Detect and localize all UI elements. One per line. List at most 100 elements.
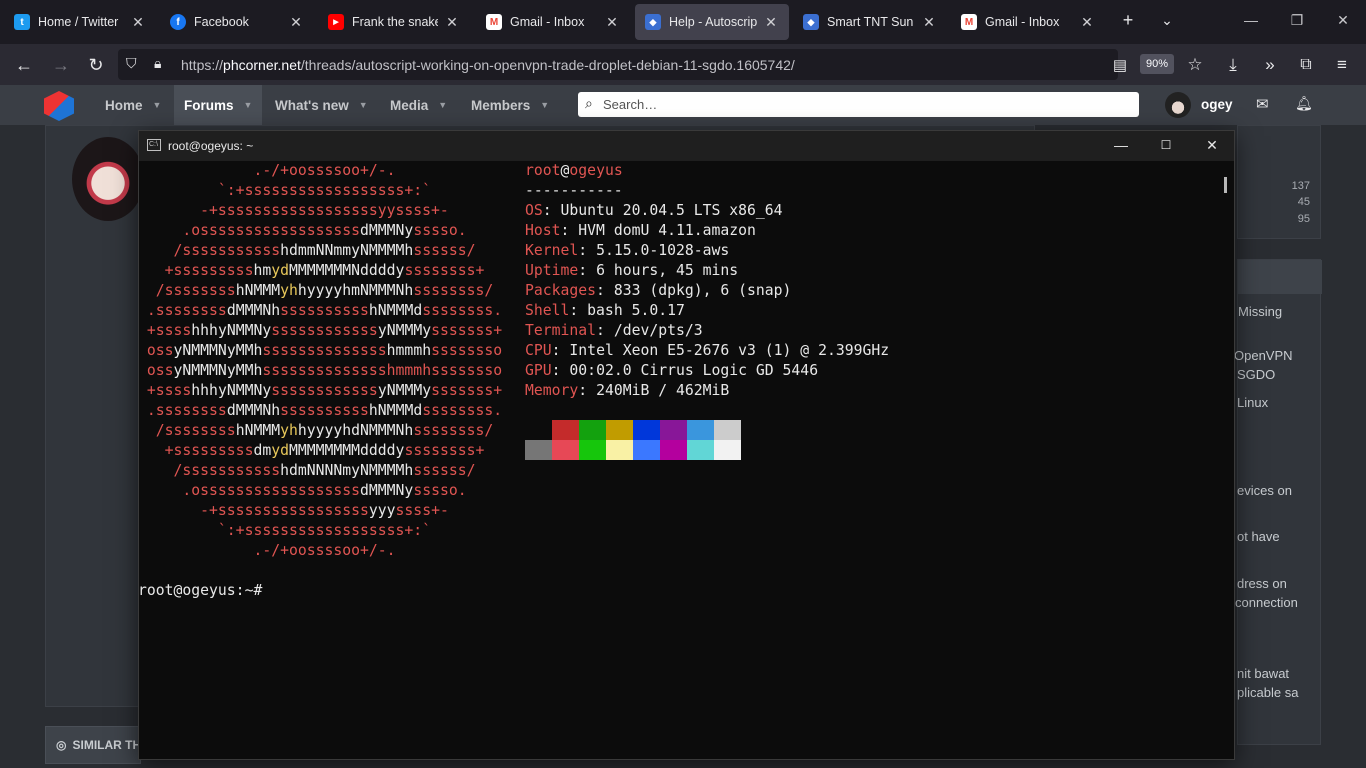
forward-arrow-icon[interactable]: → xyxy=(48,52,74,78)
similar-threads-header: ◎ SIMILAR TH xyxy=(45,726,141,764)
palette-swatch xyxy=(525,420,552,440)
palette-swatch xyxy=(687,440,714,460)
search-icon: ⌕ xyxy=(585,95,593,111)
chevron-down-icon[interactable]: ▼ xyxy=(540,100,549,110)
url-text[interactable]: https://phcorner.net/threads/autoscript-… xyxy=(181,57,795,73)
gmail-icon: M xyxy=(486,14,502,30)
palette-swatch xyxy=(552,440,579,460)
sidebar-thread-link[interactable]: Linux xyxy=(1237,395,1268,410)
nav-home[interactable]: Home ▼ xyxy=(95,85,171,125)
new-tab-icon[interactable]: + xyxy=(1116,10,1140,31)
palette-swatch xyxy=(660,440,687,460)
browser-tab[interactable]: ◆ Smart TNT Sun - Cl ✕ xyxy=(793,4,947,40)
sidebar-thread-link[interactable]: evices on xyxy=(1237,483,1292,498)
chevron-down-icon[interactable]: ▼ xyxy=(153,100,162,110)
palette-swatch xyxy=(579,420,606,440)
palette-swatch xyxy=(633,440,660,460)
palette-swatch xyxy=(633,420,660,440)
zoom-level[interactable]: 90% xyxy=(1140,54,1174,74)
palette-swatch xyxy=(606,440,633,460)
phcorner-icon: ◆ xyxy=(803,14,819,30)
sidebar-thread-link[interactable]: nit bawat xyxy=(1237,666,1289,681)
ubuntu-ascii-logo: .-/+oossssoo+/-. `:+ssssssssssssssssss+:… xyxy=(146,162,503,559)
nav-members[interactable]: Members ▼ xyxy=(461,85,559,125)
avatar[interactable] xyxy=(1165,92,1191,118)
bookmark-star-icon[interactable]: ☆ xyxy=(1182,52,1208,78)
browser-tab[interactable]: M Gmail - Inbox ✕ xyxy=(476,4,630,40)
shield-icon[interactable]: ⛉ xyxy=(126,55,137,72)
neofetch-info: root@ogeyus ----------- OS: Ubuntu 20.04… xyxy=(525,162,890,399)
bell-icon[interactable]: 🔔︎ xyxy=(1295,95,1313,112)
restore-icon[interactable]: ❐ xyxy=(1287,12,1307,29)
lock-icon[interactable]: 🔒︎ xyxy=(154,55,161,72)
close-tab-icon[interactable]: ✕ xyxy=(921,14,937,31)
palette-swatch xyxy=(579,440,606,460)
palette-swatch xyxy=(714,440,741,460)
reload-icon[interactable]: ↻ xyxy=(83,52,109,78)
palette-swatch xyxy=(660,420,687,440)
browser-tab[interactable]: t Home / Twitter ✕ xyxy=(4,4,156,40)
back-arrow-icon[interactable]: ← xyxy=(11,52,37,78)
browser-tab[interactable]: f Facebook ✕ xyxy=(160,4,314,40)
stat-value: 95 xyxy=(1297,213,1310,225)
youtube-icon: ▶ xyxy=(328,14,344,30)
sidebar-thread-link[interactable]: ot have xyxy=(1237,529,1280,544)
similar-icon: ◎ xyxy=(56,738,67,752)
stat-value: 45 xyxy=(1297,196,1310,208)
site-logo[interactable] xyxy=(44,91,74,121)
close-tab-icon[interactable]: ✕ xyxy=(604,14,620,31)
browser-tab-active[interactable]: ◆ Help - Autoscript W ✕ xyxy=(635,4,789,40)
terminal-title: root@ogeyus: ~ xyxy=(168,139,254,153)
reader-view-icon[interactable]: ▤ xyxy=(1107,52,1133,78)
username[interactable]: ogey xyxy=(1201,97,1233,112)
sidebar-thread-link[interactable]: Missing xyxy=(1238,304,1282,319)
palette-swatch xyxy=(714,420,741,440)
palette-swatch xyxy=(552,420,579,440)
extensions-icon[interactable]: ⧉ xyxy=(1293,52,1319,78)
list-tabs-chevron-icon[interactable]: ⌄ xyxy=(1155,12,1179,29)
mail-icon[interactable]: ✉ xyxy=(1256,95,1269,113)
phcorner-icon: ◆ xyxy=(645,14,661,30)
overflow-chevrons-icon[interactable]: » xyxy=(1257,52,1283,78)
terminal-titlebar[interactable]: C:\ root@ogeyus: ~ — ☐ ✕ xyxy=(139,131,1234,161)
close-window-icon[interactable]: ✕ xyxy=(1333,12,1353,29)
sidebar-thread-link[interactable]: dress on xyxy=(1237,576,1287,591)
nav-whats-new[interactable]: What's new ▼ xyxy=(265,85,378,125)
browser-tab[interactable]: M Gmail - Inbox ✕ xyxy=(951,4,1105,40)
palette-swatch xyxy=(606,420,633,440)
address-bar[interactable]: ⛉ 🔒︎ https://phcorner.net/threads/autosc… xyxy=(118,49,1118,80)
maximize-icon[interactable]: ☐ xyxy=(1156,138,1176,152)
chevron-down-icon[interactable]: ▼ xyxy=(359,100,368,110)
palette-swatch xyxy=(687,420,714,440)
close-tab-icon[interactable]: ✕ xyxy=(763,14,779,31)
download-icon[interactable]: ⤓ xyxy=(1220,52,1246,78)
close-tab-icon[interactable]: ✕ xyxy=(444,14,460,31)
sidebar-thread-link[interactable]: OpenVPN xyxy=(1234,348,1293,363)
poster-avatar[interactable] xyxy=(72,137,144,221)
palette-swatch xyxy=(525,440,552,460)
close-icon[interactable]: ✕ xyxy=(1202,137,1222,154)
menu-hamburger-icon[interactable]: ≡ xyxy=(1329,52,1355,78)
site-search-input[interactable]: ⌕ Search… xyxy=(578,92,1139,117)
sidebar-thread-link[interactable]: connection xyxy=(1235,595,1298,610)
browser-tab-strip: t Home / Twitter ✕ f Facebook ✕ ▶ Frank … xyxy=(0,0,1366,44)
sidebar-box-header xyxy=(1238,260,1322,294)
shell-prompt[interactable]: root@ogeyus:~# xyxy=(138,581,262,601)
chevron-down-icon[interactable]: ▼ xyxy=(244,100,253,110)
sidebar-thread-link[interactable]: SGDO xyxy=(1237,367,1275,382)
sidebar-thread-link[interactable]: plicable sa xyxy=(1237,685,1298,700)
minimize-icon[interactable]: — xyxy=(1111,137,1131,153)
gmail-icon: M xyxy=(961,14,977,30)
stat-value: 137 xyxy=(1291,180,1310,192)
nav-media[interactable]: Media ▼ xyxy=(380,85,457,125)
minimize-icon[interactable]: — xyxy=(1241,12,1261,28)
chevron-down-icon[interactable]: ▼ xyxy=(438,100,447,110)
twitter-icon: t xyxy=(14,14,30,30)
nav-forums[interactable]: Forums ▼ xyxy=(174,85,263,125)
close-tab-icon[interactable]: ✕ xyxy=(288,14,304,31)
close-tab-icon[interactable]: ✕ xyxy=(1079,14,1095,31)
browser-tab[interactable]: ▶ Frank the snake get ✕ xyxy=(318,4,470,40)
terminal-scrollbar[interactable] xyxy=(1224,177,1227,193)
site-header: Home ▼ Forums ▼ What's new ▼ Media ▼ Members… xyxy=(0,85,1366,125)
close-tab-icon[interactable]: ✕ xyxy=(130,14,146,31)
